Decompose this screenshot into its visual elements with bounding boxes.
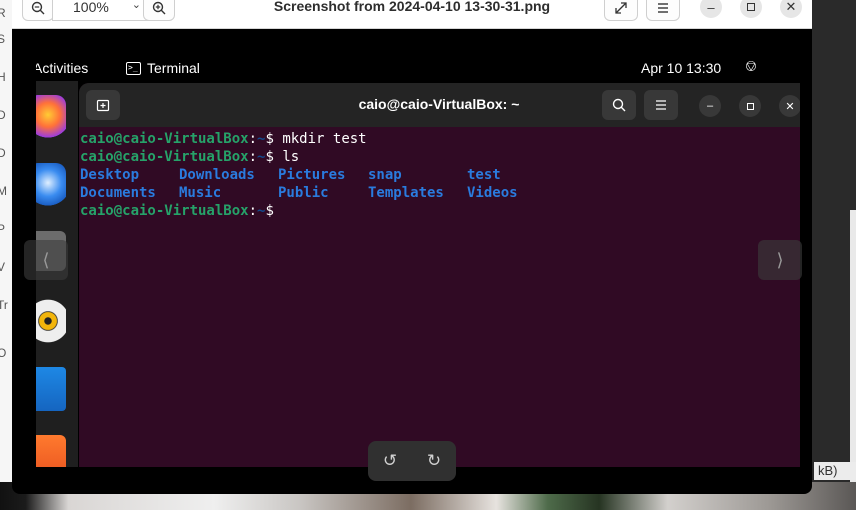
notification-bell-icon[interactable]: ⎊ (745, 58, 757, 75)
prompt-user-host: caio@caio-VirtualBox (80, 131, 249, 147)
zoom-in-icon (152, 1, 166, 14)
terminal-output[interactable]: caio@caio-VirtualBox:~$ mkdir test caio@c… (80, 130, 518, 220)
activities-button[interactable]: Activities (36, 60, 88, 76)
hamburger-menu-icon (658, 2, 668, 13)
background-item: O (0, 346, 7, 360)
background-item: D (0, 108, 6, 122)
prompt-path: ~ (257, 149, 266, 165)
ls-output-row: Documents Music Public Templates Videos (80, 184, 518, 202)
maximize-icon (746, 102, 754, 110)
fullscreen-icon (615, 1, 627, 14)
terminal-icon: >_ (126, 61, 141, 75)
background-item: M (0, 184, 7, 198)
app-menu[interactable]: >_ Terminal (126, 60, 200, 76)
prompt-path: ~ (257, 203, 266, 219)
thunderbird-icon[interactable] (36, 163, 66, 207)
rotate-right-icon[interactable]: ↻ (427, 451, 441, 471)
directory-name: Documents (80, 185, 156, 201)
minimize-button[interactable]: – (700, 0, 722, 18)
search-icon (612, 98, 626, 112)
fullscreen-button[interactable] (604, 0, 638, 21)
rotate-left-icon[interactable]: ↺ (383, 451, 397, 471)
hamburger-menu-icon (656, 100, 666, 110)
rhythmbox-icon[interactable] (36, 299, 66, 343)
background-size-label: kB) (814, 462, 856, 480)
terminal-maximize-button[interactable] (739, 95, 761, 117)
terminal-menu-button[interactable] (644, 90, 678, 120)
terminal-headerbar: caio@caio-VirtualBox: ~ – ✕ (79, 83, 800, 127)
directory-name: Pictures (278, 167, 346, 183)
terminal-close-button[interactable]: ✕ (779, 95, 800, 117)
background-item: P (0, 222, 6, 236)
main-menu-button[interactable] (646, 0, 680, 21)
terminal-line: caio@caio-VirtualBox:~$ ls (80, 149, 300, 165)
directory-name: test (467, 167, 501, 183)
close-button[interactable]: ✕ (780, 0, 802, 18)
maximize-button[interactable] (740, 0, 762, 18)
background-item: H (0, 70, 6, 84)
background-file-manager: R S H D D M P V Tr O (0, 0, 12, 482)
close-icon: ✕ (785, 0, 797, 14)
image-viewer-window: 100% ⌄ Screenshot from 2024-04-10 13-30-… (12, 0, 812, 494)
background-item: V (0, 260, 6, 274)
directory-name: snap (368, 167, 402, 183)
directory-name: Videos (467, 185, 518, 201)
directory-name: Music (179, 185, 222, 201)
background-item: Tr (0, 298, 8, 312)
terminal-line: caio@caio-VirtualBox:~$ (80, 203, 283, 219)
displayed-image: Activities >_ Terminal Apr 10 13:30 ⎊ ca… (36, 55, 800, 467)
terminal-line: caio@caio-VirtualBox:~$ mkdir test (80, 131, 367, 147)
zoom-level-value: 100% (73, 0, 109, 15)
background-item: D (0, 146, 6, 160)
gnome-top-bar: Activities >_ Terminal Apr 10 13:30 ⎊ (36, 55, 800, 81)
maximize-icon (747, 3, 755, 11)
new-tab-icon (96, 99, 110, 112)
prompt-user-host: caio@caio-VirtualBox (80, 203, 249, 219)
close-icon: ✕ (785, 100, 795, 113)
search-button[interactable] (602, 90, 636, 120)
app-center-icon[interactable] (36, 435, 66, 467)
prompt-path: ~ (257, 131, 266, 147)
zoom-in-button[interactable] (143, 0, 175, 21)
ls-output-row: Desktop Downloads Pictures snap test (80, 166, 501, 184)
prompt-user-host: caio@caio-VirtualBox (80, 149, 249, 165)
command-text: ls (282, 149, 300, 165)
minimize-icon: – (706, 100, 714, 112)
zoom-level-dropdown[interactable]: 100% ⌄ (52, 0, 150, 21)
clock[interactable]: Apr 10 13:30 (641, 60, 721, 76)
terminal-minimize-button[interactable]: – (699, 95, 721, 117)
viewer-headerbar: 100% ⌄ Screenshot from 2024-04-10 13-30-… (12, 0, 812, 29)
terminal-window: caio@caio-VirtualBox: ~ – ✕ caio@caio-Vi… (79, 83, 800, 467)
directory-name: Downloads (179, 167, 255, 183)
previous-image-icon: ⟨ (42, 249, 50, 270)
previous-image-button[interactable]: ⟨ (24, 240, 68, 280)
command-text: mkdir test (282, 131, 367, 147)
firefox-icon[interactable] (36, 95, 66, 139)
directory-name: Templates (368, 185, 444, 201)
libreoffice-writer-icon[interactable] (36, 367, 66, 411)
background-item: S (0, 32, 6, 46)
viewer-title: Screenshot from 2024-04-10 13-30-31.png (273, 0, 551, 14)
new-tab-button[interactable] (86, 90, 120, 120)
app-name: Terminal (147, 60, 200, 76)
terminal-title: caio@caio-VirtualBox: ~ (358, 96, 520, 112)
rotate-controls: ↺ ↻ (368, 441, 456, 481)
chevron-down-icon: ⌄ (131, 0, 141, 11)
directory-name: Public (278, 185, 329, 201)
next-image-button[interactable]: ⟩ (758, 240, 802, 280)
zoom-out-button[interactable] (22, 0, 54, 21)
minimize-icon: – (707, 0, 715, 15)
next-image-icon: ⟩ (776, 249, 784, 270)
background-item: R (0, 6, 6, 20)
directory-name: Desktop (80, 167, 140, 183)
background-list-strip (850, 210, 856, 490)
zoom-out-icon (31, 1, 45, 14)
